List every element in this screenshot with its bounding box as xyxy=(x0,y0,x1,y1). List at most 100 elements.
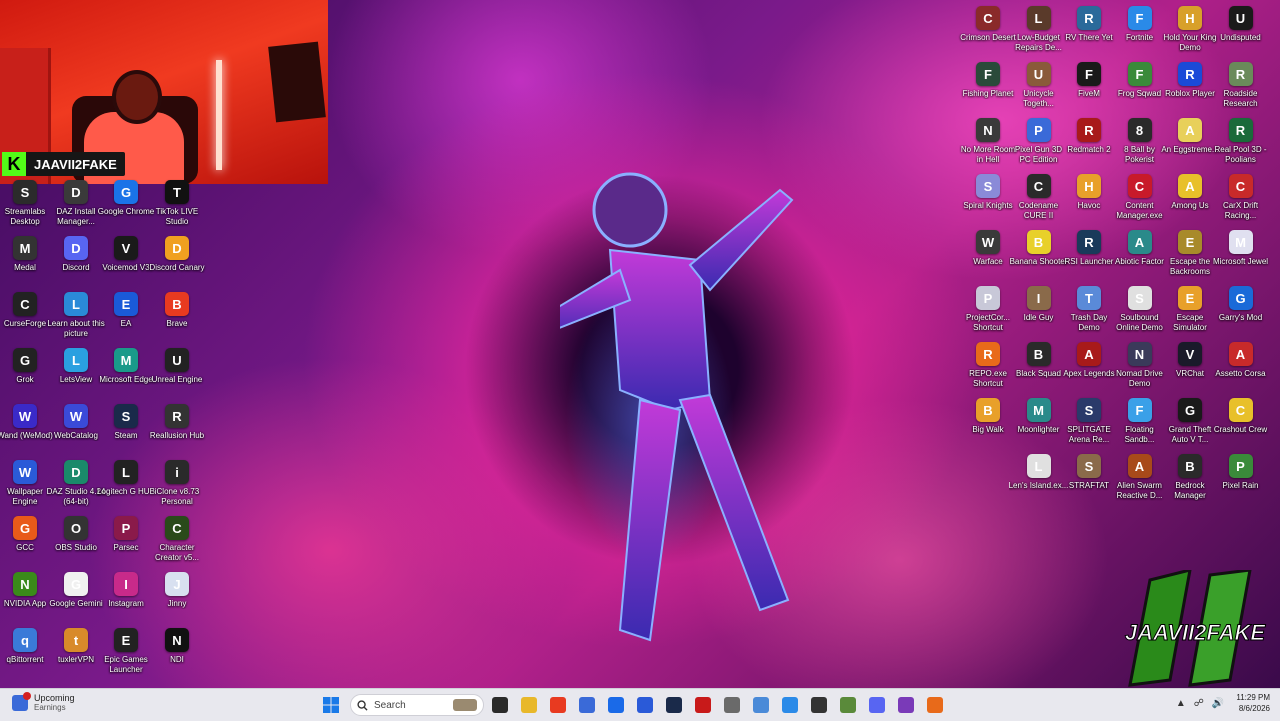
desktop-shortcut[interactable]: B Brave xyxy=(149,292,205,329)
banana-icon: B xyxy=(1026,230,1051,254)
watermark-text: JAAVII2FAKE xyxy=(1125,620,1267,645)
taskbar-app-brave[interactable] xyxy=(545,692,571,718)
desktop-shortcut[interactable]: P ProjectCor... Shortcut xyxy=(960,286,1016,333)
desktop-shortcut[interactable]: R Real Pool 3D - Poolians xyxy=(1213,118,1269,165)
desktop-shortcut[interactable]: C Codename CURE II xyxy=(1011,174,1067,221)
taskbar-app-brave-2[interactable] xyxy=(922,692,948,718)
volume-icon[interactable]: 🔊 xyxy=(1212,698,1224,709)
desktop-shortcut[interactable]: P Pixel Rain xyxy=(1213,454,1269,491)
gmod-icon: G xyxy=(1228,286,1253,310)
fishing-icon: F xyxy=(976,62,1000,86)
daz-install-manager-icon: D xyxy=(64,180,88,204)
taskbar-app-tor[interactable] xyxy=(893,692,919,718)
desktop-shortcut[interactable]: E EA xyxy=(98,292,154,329)
desktop-shortcut[interactable]: V Voicemod V3 xyxy=(98,236,154,273)
jinny-icon: J xyxy=(165,572,189,596)
desktop-shortcut[interactable]: U Undisputed xyxy=(1213,6,1269,43)
webcam-poster xyxy=(268,41,326,123)
desktop-shortcut[interactable]: E Escape the Backrooms xyxy=(1162,230,1218,277)
desktop-shortcut[interactable]: 88 Ball by Pokerist xyxy=(1112,118,1168,165)
desktop-shortcut[interactable]: P Pixel Gun 3D PC Edition xyxy=(1011,118,1067,165)
start-button[interactable] xyxy=(318,692,344,718)
nomad-icon: N xyxy=(1127,342,1152,366)
desktop-shortcut[interactable]: L Logitech G HUB xyxy=(97,460,155,497)
spiral-knights-icon: S xyxy=(976,174,1000,198)
taskbar-search[interactable]: Search xyxy=(350,694,484,716)
desktop-shortcut[interactable]: N Nomad Drive Demo xyxy=(1112,342,1168,389)
desktop-shortcut[interactable]: T TikTok LIVE Studio xyxy=(149,180,205,227)
desktop-shortcut[interactable]: D DAZ Studio 4.24 (64-bit) xyxy=(47,460,105,507)
streamlabs-icon: S xyxy=(13,180,37,204)
desktop-shortcut[interactable]: G Garry's Mod xyxy=(1213,286,1269,323)
qbittorrent-icon: q xyxy=(13,628,37,652)
desktop-shortcut[interactable]: L Low-Budget Repairs De... xyxy=(1011,6,1067,53)
taskbar-app-minecraft[interactable] xyxy=(835,692,861,718)
desktop-shortcut[interactable]: R REPO.exe Shortcut xyxy=(960,342,1016,389)
desktop-shortcut[interactable]: E Epic Games Launcher xyxy=(98,628,154,675)
shortcut-label: NDI xyxy=(170,655,184,664)
desktop-shortcut[interactable]: I Instagram xyxy=(98,572,154,609)
desktop-shortcut[interactable]: R Roadside Research xyxy=(1213,62,1269,109)
backrooms-icon: E xyxy=(1178,230,1202,254)
taskbar-center: Search xyxy=(318,692,948,718)
desktop-shortcut[interactable]: A Assetto Corsa xyxy=(1213,342,1269,379)
desktop-shortcut[interactable]: U Unreal Engine xyxy=(149,348,205,385)
desktop-shortcut[interactable]: D DAZ Install Manager... xyxy=(48,180,104,227)
desktop-shortcut[interactable]: i iClone v8.73 Personal xyxy=(149,460,205,507)
desktop-shortcut[interactable]: J Jinny xyxy=(149,572,205,609)
desktop-shortcut[interactable]: U Unicycle Togeth... xyxy=(1011,62,1067,109)
taskbar-app-docs[interactable] xyxy=(777,692,803,718)
app-blue-icon xyxy=(579,697,595,713)
desktop-shortcut[interactable]: L Learn about this picture xyxy=(47,292,105,339)
taskbar-app-obs[interactable] xyxy=(806,692,832,718)
desktop-shortcut[interactable]: B Bedrock Manager xyxy=(1162,454,1218,501)
shortcut-label: CarX Drift Racing... xyxy=(1222,201,1259,220)
taskbar-app-file-explorer[interactable] xyxy=(516,692,542,718)
shortcut-label: Jinny xyxy=(167,599,187,608)
taskbar-app-settings[interactable] xyxy=(719,692,745,718)
taskbar-app-discord[interactable] xyxy=(864,692,890,718)
desktop-shortcut[interactable]: S Steam xyxy=(98,404,154,441)
tray-overflow-icon[interactable]: ▲ xyxy=(1176,698,1186,709)
taskbar-app-app-blue[interactable] xyxy=(574,692,600,718)
system-tray: ▲ ☍ 🔊 11:29 PM 8/6/2026 xyxy=(1168,692,1270,714)
minecraft-icon xyxy=(840,697,856,713)
desktop-shortcut[interactable]: H Hold Your King Demo xyxy=(1162,6,1218,53)
taskbar-app-recorder[interactable] xyxy=(690,692,716,718)
desktop-shortcut[interactable]: M Microsoft Jewel xyxy=(1213,230,1269,267)
taskbar-app-paint[interactable] xyxy=(748,692,774,718)
desktop-shortcut[interactable]: C CarX Drift Racing... xyxy=(1213,174,1269,221)
desktop-shortcut[interactable]: D Discord Canary xyxy=(149,236,205,273)
desktop-shortcut[interactable]: N NDI xyxy=(149,628,205,665)
desktop-shortcut[interactable]: P Parsec xyxy=(98,516,154,553)
hold-king-icon: H xyxy=(1178,6,1202,30)
desktop-shortcut[interactable]: G Google Chrome xyxy=(98,180,154,217)
grok-icon: G xyxy=(13,348,37,372)
shortcut-label: Assetto Corsa xyxy=(1215,369,1266,378)
desktop-shortcut[interactable]: C Content Manager.exe xyxy=(1112,174,1168,221)
desktop-shortcut[interactable]: G Grand Theft Auto V T... xyxy=(1162,398,1218,445)
low-budget-icon: L xyxy=(1026,6,1051,30)
idle-guy-icon: I xyxy=(1026,286,1051,310)
nvidia-icon: N xyxy=(13,572,37,596)
desktop-shortcut[interactable]: C Character Creator v5... xyxy=(149,516,205,563)
taskbar-app-store[interactable] xyxy=(632,692,658,718)
taskbar-app-task-view[interactable] xyxy=(487,692,513,718)
desktop-shortcut[interactable]: R Reallusion Hub xyxy=(149,404,205,441)
widgets-button[interactable]: Upcoming Earnings xyxy=(12,691,75,712)
clock[interactable]: 11:29 PM 8/6/2026 xyxy=(1236,692,1270,714)
projectcor-icon: P xyxy=(976,286,1000,310)
desktop-shortcut[interactable]: M Microsoft Edge xyxy=(98,348,154,385)
shortcut-label: Microsoft Jewel xyxy=(1212,257,1269,266)
desktop-shortcut[interactable]: E Escape Simulator xyxy=(1162,286,1218,333)
file-explorer-icon xyxy=(521,697,537,713)
taskbar-app-facebook[interactable] xyxy=(603,692,629,718)
desktop-shortcut[interactable]: C Crashout Crew xyxy=(1213,398,1269,435)
steam-icon xyxy=(666,697,682,713)
tiktok-icon: T xyxy=(165,180,189,204)
network-icon[interactable]: ☍ xyxy=(1194,698,1204,709)
havoc-icon: H xyxy=(1077,174,1101,198)
shortcut-label: Crashout Crew xyxy=(1213,425,1268,434)
taskbar-app-steam[interactable] xyxy=(661,692,687,718)
shortcut-label: Undisputed xyxy=(1220,33,1261,42)
